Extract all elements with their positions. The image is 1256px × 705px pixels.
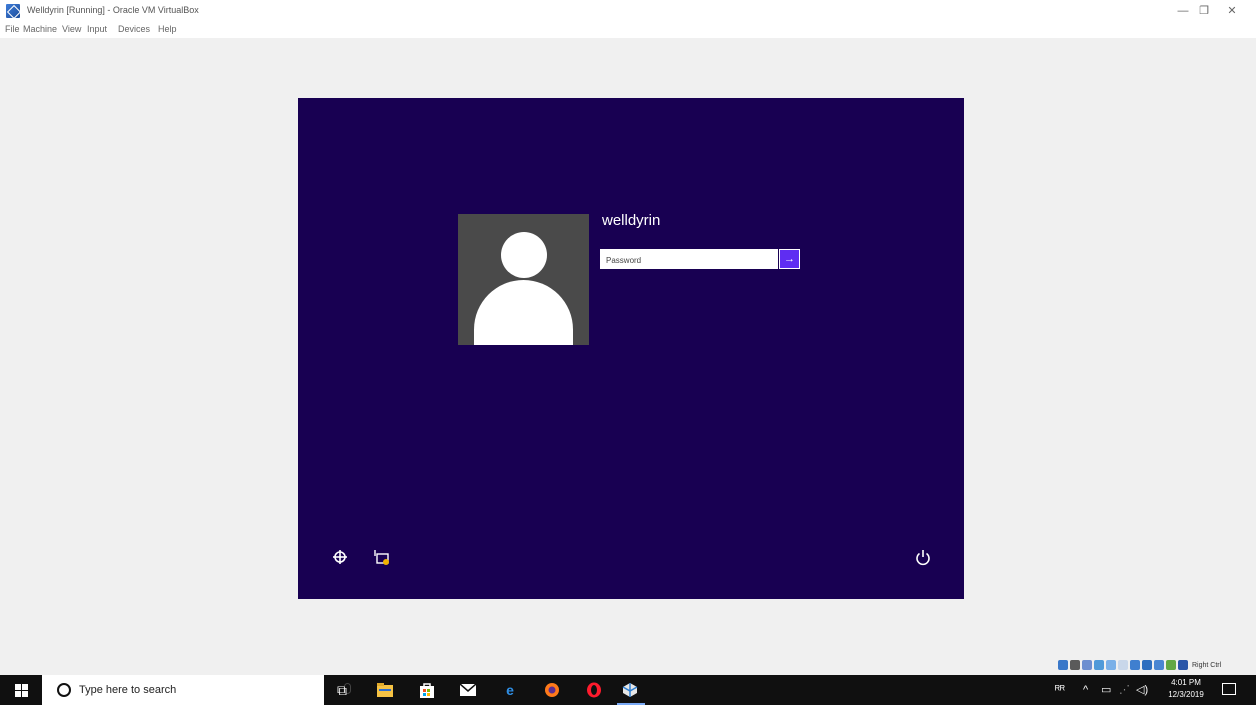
- file-explorer-icon[interactable]: [375, 680, 395, 700]
- cortana-icon: [57, 683, 71, 697]
- search-placeholder: Type here to search: [79, 684, 177, 696]
- taskbar-search-box[interactable]: Type here to search: [42, 675, 351, 705]
- network-icon[interactable]: [373, 548, 391, 566]
- taskbar: Type here to search ⧉ e ᴿᴿ ^ ▭ ⋰ ◁) 4:01…: [0, 675, 1256, 705]
- storage-icon[interactable]: [1058, 660, 1068, 670]
- menu-help[interactable]: Help: [158, 24, 177, 34]
- menu-file[interactable]: File: [5, 24, 20, 34]
- user-avatar: [458, 214, 589, 345]
- mouse-integration-icon[interactable]: [1166, 660, 1176, 670]
- start-button[interactable]: [0, 675, 42, 705]
- optical-icon[interactable]: [1070, 660, 1080, 670]
- battery-icon[interactable]: ▭: [1101, 683, 1111, 697]
- window-title-bar: Welldyrin [Running] - Oracle VM VirtualB…: [0, 0, 1256, 22]
- chevron-up-icon[interactable]: ^: [1083, 683, 1088, 697]
- windows-logo-icon: [14, 683, 28, 697]
- password-input[interactable]: [601, 251, 777, 270]
- vbox-status-bar: Right Ctrl: [1058, 658, 1221, 672]
- host-key-label: Right Ctrl: [1192, 661, 1222, 669]
- menu-bar: File Machine View Input Devices Help: [0, 22, 1256, 38]
- vm-display[interactable]: welldyrin →: [298, 98, 964, 599]
- taskbar-clock[interactable]: 4:01 PM 12/3/2019: [1162, 677, 1210, 701]
- close-button[interactable]: ✕: [1224, 3, 1240, 19]
- opera-icon[interactable]: [584, 680, 604, 700]
- keyboard-icon[interactable]: [1178, 660, 1188, 670]
- password-field-container: [600, 249, 778, 270]
- wifi-icon[interactable]: ⋰: [1119, 683, 1130, 697]
- virtualbox-app-icon: [6, 4, 20, 18]
- recording-icon[interactable]: [1142, 660, 1152, 670]
- menu-view[interactable]: View: [62, 24, 81, 34]
- firefox-icon[interactable]: [542, 680, 562, 700]
- power-icon[interactable]: [914, 548, 932, 566]
- people-icon[interactable]: ᴿᴿ: [1055, 683, 1065, 697]
- minimize-button[interactable]: —: [1175, 3, 1191, 19]
- clock-date: 12/3/2019: [1168, 690, 1204, 699]
- shared-folder-icon[interactable]: [1118, 660, 1128, 670]
- edge-icon[interactable]: e: [500, 680, 520, 700]
- clock-time: 4:01 PM: [1171, 678, 1201, 687]
- menu-machine[interactable]: Machine: [23, 24, 57, 34]
- submit-arrow-button[interactable]: →: [779, 249, 800, 269]
- network-icon[interactable]: [1094, 660, 1104, 670]
- menu-devices[interactable]: Devices: [118, 24, 150, 34]
- ease-of-access-icon[interactable]: [331, 548, 349, 566]
- window-title: Welldyrin [Running] - Oracle VM VirtualB…: [27, 5, 199, 15]
- task-view-icon[interactable]: ⧉: [332, 680, 352, 700]
- store-icon[interactable]: [417, 680, 437, 700]
- menu-input[interactable]: Input: [87, 24, 107, 34]
- cpu-icon[interactable]: [1154, 660, 1164, 670]
- mail-icon[interactable]: [458, 680, 478, 700]
- display-icon[interactable]: [1130, 660, 1140, 670]
- audio-icon[interactable]: [1082, 660, 1092, 670]
- maximize-button[interactable]: ❐: [1196, 3, 1212, 19]
- usb-icon[interactable]: [1106, 660, 1116, 670]
- volume-icon[interactable]: ◁): [1136, 683, 1148, 697]
- notification-center-icon[interactable]: [1222, 683, 1236, 695]
- username-label: welldyrin: [602, 212, 661, 229]
- virtualbox-icon[interactable]: [620, 680, 640, 700]
